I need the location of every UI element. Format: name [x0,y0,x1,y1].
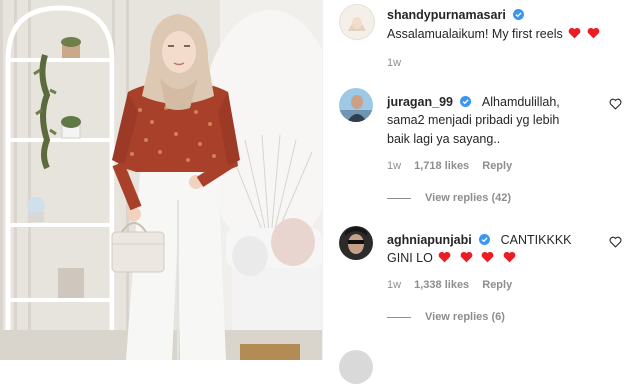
comment-avatar-next[interactable] [339,350,373,384]
red-heart-emoji [481,251,494,263]
verified-icon [460,94,472,107]
view-replies-label: View replies (6) [425,311,505,323]
comment-row: aghniapunjabi CANTIKKKK [387,231,572,249]
view-replies-line [387,316,411,318]
verified-icon [513,7,525,20]
view-replies-label: View replies (42) [425,192,512,204]
comment-text-line: sama2 menjadi pribadi yg lebih [387,113,560,127]
comment-text-line: CANTIKKKK [500,233,572,247]
comment-timestamp[interactable]: 1w [387,279,401,291]
author-username[interactable]: shandypurnamasari [387,8,506,22]
verified-icon [479,232,491,245]
author-avatar-image [340,5,374,39]
heart-outline-icon[interactable] [609,98,622,110]
comment-row: juragan_99 Alhamdulillah, [387,93,560,111]
comment-text-line: baik lagi ya sayang.. [387,132,501,146]
post-timestamp[interactable]: 1w [387,57,401,69]
comment-username[interactable]: juragan_99 [387,95,453,109]
comment-likes[interactable]: 1,718 likes [414,160,469,172]
comment-avatar-juragan[interactable] [339,88,373,122]
red-heart-emoji [438,251,451,263]
reply-button[interactable]: Reply [482,279,512,291]
comment-avatar-image [339,88,373,122]
comment-text-line: Alhamdulillah, [481,95,560,109]
heart-outline-icon[interactable] [609,236,622,248]
red-heart-emoji [568,27,581,39]
view-replies-button[interactable]: View replies (6) [387,311,505,323]
post-media[interactable] [0,0,322,360]
comment-avatar-aghnia[interactable] [339,226,373,260]
comments-panel: shandypurnamasari Assalamualaikum! My fi… [322,0,640,384]
post-photo [0,0,322,360]
comment-likes[interactable]: 1,338 likes [414,279,469,291]
author-avatar[interactable] [339,4,375,40]
view-replies-line [387,197,411,199]
comment-timestamp[interactable]: 1w [387,160,401,172]
comment-text-line: GINI LO [387,251,433,265]
red-heart-emoji [587,27,600,39]
reply-button[interactable]: Reply [482,160,512,172]
red-heart-emoji [503,251,516,263]
view-replies-button[interactable]: View replies (42) [387,192,511,204]
post-caption: Assalamualaikum! My first reels [387,27,563,41]
comment-username[interactable]: aghniapunjabi [387,233,472,247]
red-heart-emoji [460,251,473,263]
comment-avatar-image [339,226,373,260]
